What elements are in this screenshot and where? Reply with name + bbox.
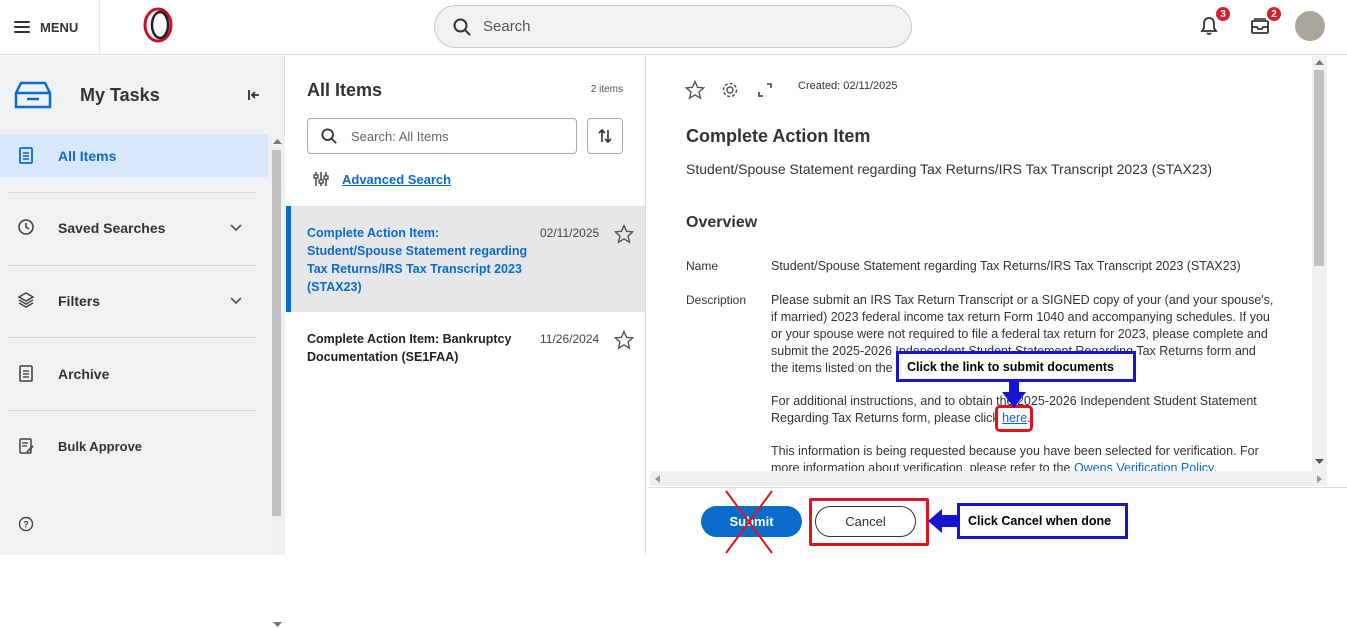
star-icon[interactable] <box>685 80 705 100</box>
help-icon[interactable]: ? <box>18 516 34 532</box>
sidebar-item-label: Filters <box>58 292 101 309</box>
star-icon[interactable] <box>614 224 634 244</box>
sidebar-item-filters[interactable]: Filters <box>0 279 268 322</box>
sidebar-title: My Tasks <box>80 85 160 105</box>
hamburger-icon <box>14 21 30 33</box>
sidebar: My Tasks All Items Saved Searches Filter… <box>0 56 285 627</box>
divider <box>8 337 256 338</box>
cancel-callout: Click Cancel when done <box>957 503 1128 539</box>
sidebar-item-label: Bulk Approve <box>58 439 143 454</box>
name-label: Name <box>686 259 719 273</box>
chevron-down-icon <box>230 224 242 232</box>
scroll-thumb[interactable] <box>272 150 281 516</box>
notifications-button[interactable]: 3 <box>1196 5 1232 39</box>
divider <box>8 410 256 411</box>
sliders-icon <box>313 172 329 186</box>
name-value: Student/Spouse Statement regarding Tax R… <box>771 259 1241 273</box>
top-bar: MENU Search 3 2 <box>0 0 1347 55</box>
cancel-highlight-box <box>809 498 929 546</box>
link-callout: Click the link to submit documents <box>896 351 1136 382</box>
advanced-search[interactable]: Advanced Search <box>312 170 451 188</box>
notifications-badge: 3 <box>1214 5 1232 23</box>
item-count: 2 items <box>590 84 623 95</box>
list-search-input[interactable]: Search: All Items <box>307 118 577 154</box>
svg-text:?: ? <box>23 520 29 530</box>
scroll-down-icon[interactable] <box>1315 458 1324 465</box>
menu-button[interactable]: MENU <box>0 0 100 54</box>
description-label: Description <box>686 293 747 307</box>
sidebar-item-label: Archive <box>58 365 110 382</box>
search-icon <box>453 18 471 36</box>
list-search-placeholder: Search: All Items <box>351 128 449 144</box>
chevron-down-icon <box>230 297 242 305</box>
scroll-down-icon[interactable] <box>273 621 282 628</box>
list-item-title: Complete Action Item: Bankruptcy Documen… <box>307 332 512 364</box>
scroll-left-icon[interactable] <box>654 475 661 483</box>
gear-icon[interactable] <box>721 81 739 99</box>
menu-label: MENU <box>40 19 79 35</box>
divider <box>8 192 256 193</box>
sidebar-item-archive[interactable]: Archive <box>0 352 268 395</box>
search-icon <box>321 128 337 144</box>
sidebar-item-bulk-approve[interactable]: Bulk Approve <box>0 425 268 468</box>
expand-icon[interactable] <box>757 82 773 98</box>
star-icon[interactable] <box>614 330 634 350</box>
sidebar-item-all-items[interactable]: All Items <box>0 134 268 177</box>
scroll-thumb[interactable] <box>1314 70 1324 266</box>
task-list-panel: All Items 2 items Search: All Items Adva… <box>286 56 646 555</box>
list-item-date: 11/26/2024 <box>540 332 600 346</box>
detail-scrollbar[interactable] <box>1312 56 1327 471</box>
history-icon <box>18 219 34 235</box>
logo-icon[interactable] <box>142 7 174 43</box>
horizontal-scrollbar[interactable] <box>650 471 1327 486</box>
inbox-tray-icon <box>14 81 52 109</box>
collapse-panel-icon[interactable] <box>247 89 261 101</box>
sidebar-item-saved-searches[interactable]: Saved Searches <box>0 206 268 249</box>
archive-icon <box>19 365 33 382</box>
created-date: Created: 02/11/2025 <box>798 80 898 92</box>
down-arrow-icon <box>1002 381 1026 408</box>
sort-button[interactable] <box>587 118 623 154</box>
list-title: All Items <box>307 80 383 100</box>
search-placeholder: Search <box>483 18 531 35</box>
list-item[interactable]: Complete Action Item: Student/Spouse Sta… <box>286 206 645 312</box>
sidebar-item-label: All Items <box>58 147 117 164</box>
inbox-badge: 2 <box>1265 5 1283 23</box>
inbox-button[interactable]: 2 <box>1247 5 1283 39</box>
advanced-search-link[interactable]: Advanced Search <box>342 172 451 187</box>
layers-icon <box>17 292 35 308</box>
clipboard-icon <box>19 147 33 164</box>
overview-heading: Overview <box>686 214 758 231</box>
left-arrow-icon <box>928 509 959 533</box>
list-item[interactable]: Complete Action Item: Bankruptcy Documen… <box>286 312 645 384</box>
detail-toolbar <box>685 80 773 100</box>
list-item-date: 02/11/2025 <box>540 226 600 240</box>
global-search-input[interactable]: Search <box>434 5 912 48</box>
scroll-right-icon[interactable] <box>1316 475 1323 483</box>
list-item-title: Complete Action Item: Student/Spouse Sta… <box>307 226 528 294</box>
edit-document-icon <box>19 438 34 454</box>
detail-heading: Complete Action Item <box>686 126 871 146</box>
sort-icon <box>598 128 612 144</box>
link-highlight-box <box>995 405 1033 432</box>
sidebar-scrollbar[interactable] <box>270 136 285 627</box>
scroll-up-icon[interactable] <box>1315 59 1324 66</box>
sidebar-item-label: Saved Searches <box>58 219 166 236</box>
scroll-up-icon[interactable] <box>273 138 282 145</box>
detail-subheading: Student/Spouse Statement regarding Tax R… <box>686 161 1213 177</box>
sidebar-header: My Tasks <box>0 56 270 134</box>
divider <box>8 265 256 266</box>
red-x-mark <box>725 490 773 554</box>
avatar[interactable] <box>1295 11 1325 41</box>
